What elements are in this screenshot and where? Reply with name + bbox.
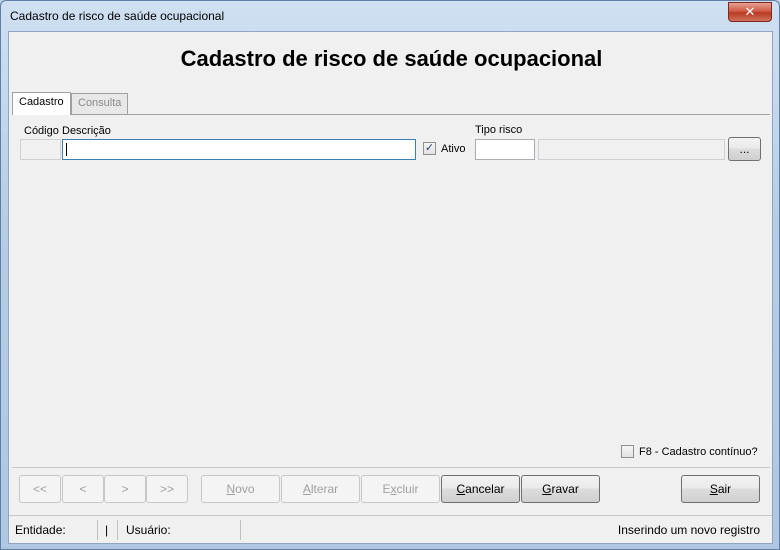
- descricao-label: Descrição: [62, 125, 111, 137]
- novo-label-key: N: [226, 482, 236, 496]
- page-title: Cadastro de risco de saúde ocupacional: [180, 46, 603, 71]
- novo-label-post: ovo: [235, 482, 255, 496]
- alterar-label-key: A: [302, 482, 311, 496]
- gravar-button[interactable]: Gravar: [521, 475, 600, 503]
- status-pipe: |: [105, 523, 109, 537]
- tab-cadastro-label: Cadastro: [19, 96, 64, 108]
- excluir-label-post: cluir: [396, 482, 419, 496]
- status-divider: [117, 520, 118, 540]
- cancelar-label-post: ancelar: [465, 482, 505, 496]
- excluir-button[interactable]: Excluir: [361, 475, 440, 503]
- cancelar-button[interactable]: Cancelar: [441, 475, 520, 503]
- next-record-button[interactable]: >: [104, 475, 146, 503]
- novo-button[interactable]: Novo: [201, 475, 280, 503]
- window-title: Cadastro de risco de saúde ocupacional: [10, 9, 225, 23]
- browse-label: ...: [739, 142, 750, 156]
- gravar-label-key: G: [542, 482, 552, 496]
- cadastro-panel: Código Descrição ✓ Ativo Tipo risco ...: [12, 114, 770, 466]
- tipo-risco-label: Tipo risco: [475, 124, 523, 136]
- application-window: Cadastro de risco de saúde ocupacional ✕…: [0, 0, 780, 550]
- last-record-button[interactable]: >>: [146, 475, 188, 503]
- tipo-risco-description-field: [538, 139, 725, 160]
- sair-label-key: S: [709, 482, 718, 496]
- prev-label: <: [79, 482, 87, 496]
- text-caret: [66, 143, 67, 156]
- codigo-field: [20, 139, 61, 160]
- tab-cadastro[interactable]: Cadastro: [12, 92, 71, 115]
- status-message: Inserindo um novo registro: [617, 523, 760, 537]
- tipo-risco-browse-button[interactable]: ...: [728, 137, 761, 161]
- ativo-label: Ativo: [441, 143, 466, 155]
- next-label: >: [121, 482, 129, 496]
- close-icon: ✕: [744, 4, 756, 19]
- status-bar: Entidade: | Usuário: Inserindo um novo r…: [9, 515, 772, 543]
- status-divider: [240, 520, 241, 540]
- client-area: Cadastro de risco de saúde ocupacional C…: [8, 31, 773, 544]
- cancelar-label-key: C: [456, 482, 466, 496]
- previous-record-button[interactable]: <: [62, 475, 104, 503]
- continuous-checkbox[interactable]: [621, 445, 634, 458]
- tab-consulta[interactable]: Consulta: [71, 93, 129, 114]
- first-label: <<: [32, 482, 47, 496]
- last-label: >>: [159, 482, 174, 496]
- codigo-label: Código: [24, 125, 59, 137]
- excluir-label-pre: E: [382, 482, 391, 496]
- alterar-button[interactable]: Alterar: [281, 475, 360, 503]
- alterar-label-post: lterar: [310, 482, 339, 496]
- first-record-button[interactable]: <<: [19, 475, 61, 503]
- gravar-label-post: ravar: [551, 482, 579, 496]
- tab-consulta-label: Consulta: [78, 97, 122, 109]
- sair-label-post: air: [717, 482, 732, 496]
- close-button[interactable]: ✕: [728, 2, 772, 22]
- descricao-input[interactable]: [62, 139, 416, 160]
- title-bar[interactable]: Cadastro de risco de saúde ocupacional ✕: [1, 1, 779, 31]
- ativo-checkbox[interactable]: ✓: [423, 142, 436, 155]
- usuario-label: Usuário:: [126, 523, 171, 537]
- entidade-label: Entidade:: [15, 523, 66, 537]
- sair-button[interactable]: Sair: [681, 475, 760, 503]
- status-divider: [97, 520, 98, 540]
- action-toolbar: << < > >> Novo Alterar Excluir Cancelar …: [12, 467, 770, 509]
- continuous-label: F8 - Cadastro contínuo?: [639, 446, 758, 458]
- tipo-risco-code-input[interactable]: [475, 139, 535, 160]
